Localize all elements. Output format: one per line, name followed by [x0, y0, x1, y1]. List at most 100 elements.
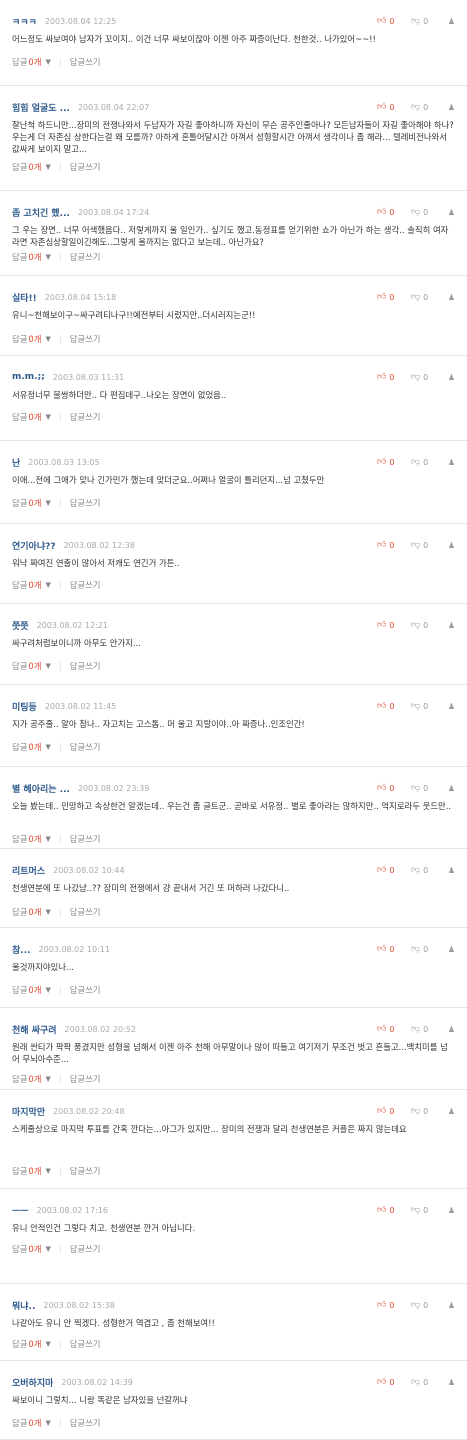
comment-author[interactable]: 참...: [12, 943, 31, 956]
dislike-button[interactable]: 👎︎ 0: [411, 292, 441, 302]
write-reply-link[interactable]: 답글쓰기: [70, 333, 101, 345]
reply-toggle[interactable]: 답글 0개 ▼: [12, 1165, 51, 1177]
dislike-button[interactable]: 👎︎ 0: [411, 944, 441, 954]
comment-author[interactable]: 오버하지마: [12, 1376, 53, 1389]
dislike-button[interactable]: 👎︎ 0: [411, 1024, 441, 1034]
dislike-button[interactable]: 👎︎ 0: [411, 1377, 441, 1387]
like-button[interactable]: 👍︎ 0: [377, 865, 411, 875]
reply-toggle[interactable]: 답글 0개 ▼: [12, 1243, 51, 1255]
reply-toggle[interactable]: 답글 0개 ▼: [12, 741, 51, 753]
like-button[interactable]: 👍︎ 0: [377, 16, 411, 26]
comment-author[interactable]: 천해 싸구려: [12, 1023, 57, 1036]
person-icon[interactable]: ♟: [441, 945, 455, 954]
dislike-button[interactable]: 👎︎ 0: [411, 620, 441, 630]
comment-author[interactable]: 별 헤아리는 ...: [12, 782, 70, 795]
reply-toggle[interactable]: 답글 0개 ▼: [12, 1073, 51, 1085]
write-reply-link[interactable]: 답글쓰기: [70, 833, 101, 845]
person-icon[interactable]: ♟: [441, 702, 455, 711]
reply-toggle[interactable]: 답글 0개 ▼: [12, 411, 51, 423]
write-reply-link[interactable]: 답글쓰기: [70, 1417, 101, 1429]
like-button[interactable]: 👍︎ 0: [377, 620, 411, 630]
dislike-button[interactable]: 👎︎ 0: [411, 1300, 441, 1310]
comment-author[interactable]: 좀 고치긴 했...: [12, 206, 70, 219]
like-button[interactable]: 👍︎ 0: [377, 457, 411, 467]
like-button[interactable]: 👍︎ 0: [377, 783, 411, 793]
comment-author[interactable]: 뭐냐..: [12, 1299, 35, 1312]
write-reply-link[interactable]: 답글쓰기: [70, 251, 101, 263]
reply-toggle[interactable]: 답글 0개 ▼: [12, 251, 51, 263]
like-button[interactable]: 👍︎ 0: [377, 1377, 411, 1387]
reply-toggle[interactable]: 답글 0개 ▼: [12, 579, 51, 591]
comment-author[interactable]: m.m.;;: [12, 372, 45, 382]
reply-toggle[interactable]: 답글 0개 ▼: [12, 1338, 51, 1350]
person-icon[interactable]: ♟: [441, 103, 455, 112]
person-icon[interactable]: ♟: [441, 458, 455, 467]
reply-toggle[interactable]: 답글 0개 ▼: [12, 984, 51, 996]
reply-toggle[interactable]: 답글 0개 ▼: [12, 56, 51, 68]
dislike-button[interactable]: 👎︎ 0: [411, 1205, 441, 1215]
dislike-button[interactable]: 👎︎ 0: [411, 783, 441, 793]
person-icon[interactable]: ♟: [441, 1025, 455, 1034]
person-icon[interactable]: ♟: [441, 621, 455, 630]
person-icon[interactable]: ♟: [441, 293, 455, 302]
dislike-button[interactable]: 👎︎ 0: [411, 701, 441, 711]
like-button[interactable]: 👍︎ 0: [377, 701, 411, 711]
like-button[interactable]: 👍︎ 0: [377, 540, 411, 550]
like-button[interactable]: 👍︎ 0: [377, 372, 411, 382]
like-button[interactable]: 👍︎ 0: [377, 1205, 411, 1215]
person-icon[interactable]: ♟: [441, 1107, 455, 1116]
write-reply-link[interactable]: 답글쓰기: [70, 579, 101, 591]
comment-author[interactable]: 난: [12, 456, 20, 469]
like-button[interactable]: 👍︎ 0: [377, 944, 411, 954]
write-reply-link[interactable]: 답글쓰기: [70, 741, 101, 753]
write-reply-link[interactable]: 답글쓰기: [70, 984, 101, 996]
write-reply-link[interactable]: 답글쓰기: [70, 1165, 101, 1177]
like-button[interactable]: 👍︎ 0: [377, 1106, 411, 1116]
comment-author[interactable]: 실타!!: [12, 291, 37, 304]
person-icon[interactable]: ♟: [441, 784, 455, 793]
comment-author[interactable]: 미팅등: [12, 700, 37, 713]
comment-author[interactable]: ㅡㅡ: [12, 1204, 29, 1217]
comment-author[interactable]: 힘힘 얼굴도 ...: [12, 101, 70, 114]
dislike-button[interactable]: 👎︎ 0: [411, 1106, 441, 1116]
like-button[interactable]: 👍︎ 0: [377, 1300, 411, 1310]
dislike-button[interactable]: 👎︎ 0: [411, 457, 441, 467]
person-icon[interactable]: ♟: [441, 373, 455, 382]
reply-toggle[interactable]: 답글 0개 ▼: [12, 333, 51, 345]
person-icon[interactable]: ♟: [441, 208, 455, 217]
comment-author[interactable]: 마지막만: [12, 1105, 45, 1118]
dislike-button[interactable]: 👎︎ 0: [411, 207, 441, 217]
write-reply-link[interactable]: 답글쓰기: [70, 161, 101, 173]
reply-toggle[interactable]: 답글 0개 ▼: [12, 660, 51, 672]
reply-toggle[interactable]: 답글 0개 ▼: [12, 1417, 51, 1429]
dislike-button[interactable]: 👎︎ 0: [411, 16, 441, 26]
person-icon[interactable]: ♟: [441, 541, 455, 550]
comment-author[interactable]: 리트머스: [12, 864, 45, 877]
dislike-button[interactable]: 👎︎ 0: [411, 865, 441, 875]
write-reply-link[interactable]: 답글쓰기: [70, 660, 101, 672]
like-button[interactable]: 👍︎ 0: [377, 1024, 411, 1034]
dislike-button[interactable]: 👎︎ 0: [411, 102, 441, 112]
reply-toggle[interactable]: 답글 0개 ▼: [12, 833, 51, 845]
like-button[interactable]: 👍︎ 0: [377, 207, 411, 217]
like-button[interactable]: 👍︎ 0: [377, 102, 411, 112]
like-button[interactable]: 👍︎ 0: [377, 292, 411, 302]
write-reply-link[interactable]: 답글쓰기: [70, 1073, 101, 1085]
reply-toggle[interactable]: 답글 0개 ▼: [12, 906, 51, 918]
comment-author[interactable]: ㅋㅋㅋ: [12, 15, 37, 28]
reply-toggle[interactable]: 답글 0개 ▼: [12, 497, 51, 509]
person-icon[interactable]: ♟: [441, 17, 455, 26]
person-icon[interactable]: ♟: [441, 1378, 455, 1387]
write-reply-link[interactable]: 답글쓰기: [70, 1243, 101, 1255]
dislike-button[interactable]: 👎︎ 0: [411, 372, 441, 382]
person-icon[interactable]: ♟: [441, 1301, 455, 1310]
comment-author[interactable]: 쯧쯧: [12, 619, 29, 632]
write-reply-link[interactable]: 답글쓰기: [70, 411, 101, 423]
person-icon[interactable]: ♟: [441, 866, 455, 875]
dislike-button[interactable]: 👎︎ 0: [411, 540, 441, 550]
reply-toggle[interactable]: 답글 0개 ▼: [12, 161, 51, 173]
write-reply-link[interactable]: 답글쓰기: [70, 1338, 101, 1350]
write-reply-link[interactable]: 답글쓰기: [70, 906, 101, 918]
write-reply-link[interactable]: 답글쓰기: [70, 497, 101, 509]
comment-author[interactable]: 연기아냐??: [12, 539, 56, 552]
